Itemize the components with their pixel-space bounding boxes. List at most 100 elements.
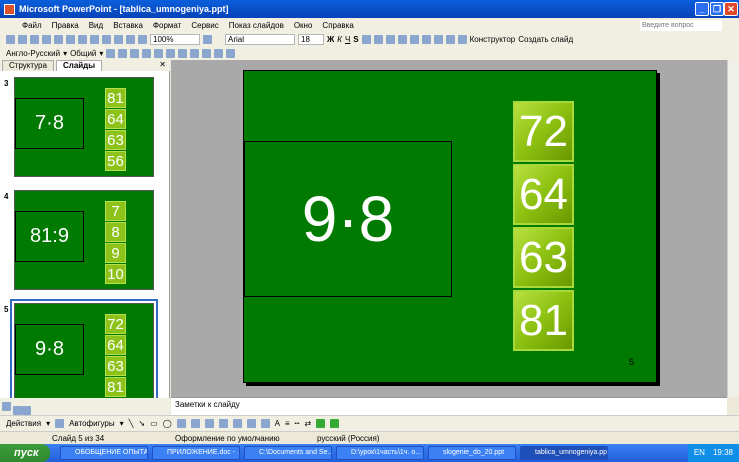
zoom-select[interactable]: 100% bbox=[150, 34, 200, 45]
tool-icon[interactable] bbox=[118, 49, 127, 58]
bullets-icon[interactable] bbox=[410, 35, 419, 44]
notes-pane[interactable]: Заметки к слайду bbox=[171, 397, 727, 415]
task-button[interactable]: D:\урок\1часть\1ч. о... bbox=[336, 446, 424, 460]
font-grow-icon[interactable] bbox=[422, 35, 431, 44]
notes-placeholder[interactable]: Заметки к слайду bbox=[175, 400, 240, 409]
tool-icon[interactable] bbox=[202, 49, 211, 58]
font-color-icon[interactable]: A bbox=[275, 419, 280, 428]
task-button[interactable]: slogenie_do_20.ppt bbox=[428, 446, 516, 460]
oval-icon[interactable]: ◯ bbox=[163, 419, 172, 428]
menu-help[interactable]: Справка bbox=[322, 21, 353, 30]
task-button[interactable]: ПРИЛОЖЕНИЕ.doc - ... bbox=[152, 446, 240, 460]
menu-edit[interactable]: Правка bbox=[52, 21, 79, 30]
help-icon[interactable] bbox=[203, 35, 212, 44]
dash-style-icon[interactable]: ┅ bbox=[295, 419, 300, 428]
select-pointer-icon[interactable] bbox=[55, 419, 64, 428]
tab-slides[interactable]: Слайды bbox=[56, 60, 102, 71]
menu-insert[interactable]: Вставка bbox=[113, 21, 143, 30]
diagram-icon[interactable] bbox=[205, 419, 214, 428]
3d-icon[interactable] bbox=[330, 419, 339, 428]
slide-thumbnail[interactable]: 81:9 7 8 9 10 bbox=[14, 190, 154, 290]
help-search-input[interactable] bbox=[640, 20, 722, 31]
answer-tile[interactable]: 63 bbox=[513, 227, 574, 288]
indent-icon[interactable] bbox=[446, 35, 455, 44]
language-indicator[interactable]: EN bbox=[694, 444, 705, 462]
print-icon[interactable] bbox=[42, 35, 51, 44]
menu-slideshow[interactable]: Показ слайдов bbox=[229, 21, 284, 30]
spelling-icon[interactable] bbox=[66, 35, 75, 44]
tool-icon[interactable] bbox=[142, 49, 151, 58]
tool-icon[interactable] bbox=[130, 49, 139, 58]
preview-icon[interactable] bbox=[54, 35, 63, 44]
font-select[interactable]: Arial bbox=[225, 34, 295, 45]
restore-button[interactable]: ❐ bbox=[710, 2, 724, 16]
menu-tools[interactable]: Сервис bbox=[191, 21, 218, 30]
answer-tile[interactable]: 64 bbox=[513, 164, 574, 225]
tool-icon[interactable] bbox=[106, 49, 115, 58]
answer-tile[interactable]: 81 bbox=[513, 290, 574, 351]
rectangle-icon[interactable]: ▭ bbox=[150, 419, 158, 428]
task-button[interactable]: C:\Documents and Se... bbox=[244, 446, 332, 460]
normal-view-icon[interactable] bbox=[2, 402, 11, 411]
sorter-view-icon[interactable] bbox=[13, 406, 22, 415]
picture-icon[interactable] bbox=[233, 419, 242, 428]
task-button[interactable]: ОБОБЩЕНИЕ ОПЫТА... bbox=[60, 446, 148, 460]
chart-icon[interactable] bbox=[114, 35, 123, 44]
arrow-style-icon[interactable]: ⇄ bbox=[305, 419, 312, 428]
tool-icon[interactable] bbox=[178, 49, 187, 58]
tool-icon[interactable] bbox=[166, 49, 175, 58]
arrow-icon[interactable]: ➘ bbox=[138, 419, 145, 428]
undo-icon[interactable] bbox=[102, 35, 111, 44]
save-icon[interactable] bbox=[30, 35, 39, 44]
line-color-icon[interactable] bbox=[261, 419, 270, 428]
minimize-button[interactable]: _ bbox=[695, 2, 709, 16]
general-dropdown[interactable]: Общий bbox=[70, 49, 96, 58]
line-icon[interactable]: ╲ bbox=[129, 419, 134, 428]
designer-button[interactable]: Конструктор bbox=[470, 35, 516, 44]
wordart-icon[interactable] bbox=[191, 419, 200, 428]
font-shrink-icon[interactable] bbox=[434, 35, 443, 44]
table-icon[interactable] bbox=[126, 35, 135, 44]
tool-icon[interactable] bbox=[214, 49, 223, 58]
menu-view[interactable]: Вид bbox=[89, 21, 103, 30]
tool-icon[interactable] bbox=[154, 49, 163, 58]
fill-color-icon[interactable] bbox=[247, 419, 256, 428]
autoshapes-menu[interactable]: Автофигуры bbox=[69, 419, 115, 428]
new-slide-button[interactable]: Создать слайд bbox=[518, 35, 573, 44]
close-pane-icon[interactable]: ✕ bbox=[159, 60, 166, 71]
tool-icon[interactable] bbox=[190, 49, 199, 58]
menu-format[interactable]: Формат bbox=[153, 21, 181, 30]
menu-window[interactable]: Окно bbox=[294, 21, 313, 30]
grid-icon[interactable] bbox=[138, 35, 147, 44]
expression-box[interactable]: 9·8 bbox=[244, 141, 452, 297]
slide-thumbnail-selected[interactable]: 9·8 72 64 63 81 bbox=[14, 303, 154, 403]
font-size-select[interactable]: 18 bbox=[298, 34, 324, 45]
open-icon[interactable] bbox=[18, 35, 27, 44]
align-right-icon[interactable] bbox=[386, 35, 395, 44]
menu-file[interactable]: Файл bbox=[22, 21, 42, 30]
language-dropdown[interactable]: Англо-Русский bbox=[6, 49, 60, 58]
bold-button[interactable]: Ж bbox=[327, 35, 334, 44]
shadow-icon[interactable] bbox=[316, 419, 325, 428]
align-center-icon[interactable] bbox=[374, 35, 383, 44]
start-button[interactable]: пуск bbox=[0, 444, 50, 462]
clipart-icon[interactable] bbox=[219, 419, 228, 428]
slideshow-view-icon[interactable] bbox=[22, 406, 31, 415]
new-icon[interactable] bbox=[6, 35, 15, 44]
numbering-icon[interactable] bbox=[398, 35, 407, 44]
task-button-active[interactable]: tablica_umnogeniya.ppt bbox=[520, 446, 608, 460]
italic-button[interactable]: К bbox=[337, 35, 342, 44]
tab-outline[interactable]: Структура bbox=[2, 60, 54, 71]
current-slide[interactable]: 9·8 72 64 63 81 5 bbox=[243, 70, 657, 383]
tool-icon[interactable] bbox=[226, 49, 235, 58]
textbox-icon[interactable] bbox=[177, 419, 186, 428]
align-left-icon[interactable] bbox=[362, 35, 371, 44]
shadow-button[interactable]: S bbox=[353, 35, 358, 44]
line-style-icon[interactable]: ≡ bbox=[285, 419, 290, 428]
slide-thumbnail[interactable]: 7·8 81 64 63 56 bbox=[14, 77, 154, 177]
vertical-scrollbar[interactable] bbox=[727, 60, 739, 397]
actions-menu[interactable]: Действия bbox=[6, 419, 41, 428]
copy-icon[interactable] bbox=[78, 35, 87, 44]
close-button[interactable]: ✕ bbox=[724, 2, 738, 16]
underline-button[interactable]: Ч bbox=[345, 35, 350, 44]
